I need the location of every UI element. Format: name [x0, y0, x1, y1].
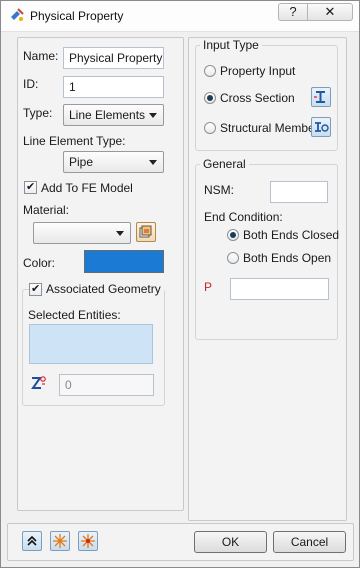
title-bar: Physical Property ? ✕	[1, 1, 359, 32]
left-panel: Name: Physical Property 1 ID: 1 Type: Li…	[17, 37, 184, 511]
type-dropdown[interactable]: Line Elements	[63, 104, 164, 126]
property-input-label: Property Input	[220, 64, 296, 78]
physical-property-dialog: Physical Property ? ✕ Name: Physical Pro…	[0, 0, 360, 568]
associated-geometry-checkbox[interactable]: ✔	[29, 283, 42, 296]
nsm-field[interactable]	[270, 181, 328, 203]
input-type-legend: Input Type	[200, 38, 262, 52]
add-to-fe-label: Add To FE Model	[41, 181, 133, 195]
material-browse-button[interactable]	[136, 222, 156, 242]
window-title: Physical Property	[30, 9, 124, 23]
multi-sparkle-icon	[81, 534, 95, 548]
collapse-button[interactable]	[22, 531, 42, 551]
close-button[interactable]: ✕	[307, 3, 353, 21]
chevron-down-icon	[149, 160, 157, 165]
end-condition-label: End Condition:	[204, 210, 283, 224]
color-swatch[interactable]	[84, 250, 164, 273]
selected-entities-list[interactable]	[29, 324, 153, 364]
help-button[interactable]: ?	[278, 3, 308, 21]
entity-count-field[interactable]: 0	[59, 374, 154, 396]
chevron-down-icon	[116, 231, 124, 236]
property-input-radio[interactable]	[204, 65, 216, 77]
type-dropdown-value: Line Elements	[69, 108, 146, 122]
both-ends-closed-radio[interactable]	[227, 229, 239, 241]
double-chevron-up-icon	[27, 535, 37, 546]
line-element-type-label: Line Element Type:	[23, 134, 126, 148]
cross-section-radio[interactable]	[204, 92, 216, 104]
general-legend: General	[200, 157, 249, 171]
material-label: Material:	[23, 203, 70, 217]
line-element-type-dropdown[interactable]: Pipe	[63, 151, 164, 173]
nsm-label: NSM:	[204, 183, 234, 197]
structural-member-label: Structural Member	[220, 121, 319, 135]
add-to-fe-checkbox[interactable]: ✔	[24, 181, 37, 194]
entity-selection-icon[interactable]	[29, 374, 47, 392]
name-field[interactable]: Physical Property 1	[63, 47, 164, 69]
app-icon	[11, 8, 24, 21]
both-ends-open-radio[interactable]	[227, 252, 239, 264]
highlight-button[interactable]	[50, 531, 70, 551]
material-dropdown[interactable]	[33, 222, 131, 244]
line-element-type-value: Pipe	[69, 155, 94, 169]
selected-entities-label: Selected Entities:	[28, 308, 121, 322]
id-field[interactable]: 1	[63, 76, 164, 98]
cross-section-button[interactable]	[311, 87, 331, 107]
cross-section-icon	[314, 91, 325, 103]
color-label: Color:	[23, 256, 56, 270]
both-ends-open-label: Both Ends Open	[243, 251, 332, 265]
structural-member-icon	[315, 122, 329, 132]
sparkle-icon	[53, 534, 67, 548]
right-panel: Input Type Property Input Cross Section …	[188, 37, 347, 521]
pressure-field[interactable]	[230, 278, 329, 300]
check-icon: ✔	[26, 181, 36, 193]
ok-button[interactable]: OK	[194, 531, 267, 553]
id-label: ID:	[23, 77, 39, 91]
pressure-label: P	[204, 280, 213, 294]
structural-member-radio[interactable]	[204, 122, 216, 134]
check-icon: ✔	[31, 283, 41, 295]
highlight-all-button[interactable]	[78, 531, 98, 551]
structural-member-button[interactable]	[311, 117, 331, 137]
material-library-icon	[139, 225, 152, 238]
cross-section-label: Cross Section	[220, 91, 295, 105]
associated-geometry-label: Associated Geometry	[43, 282, 164, 296]
both-ends-closed-label: Both Ends Closed	[243, 228, 340, 242]
chevron-down-icon	[149, 113, 157, 118]
name-label: Name:	[23, 49, 59, 63]
cancel-button[interactable]: Cancel	[273, 531, 346, 553]
type-label: Type:	[23, 106, 53, 120]
